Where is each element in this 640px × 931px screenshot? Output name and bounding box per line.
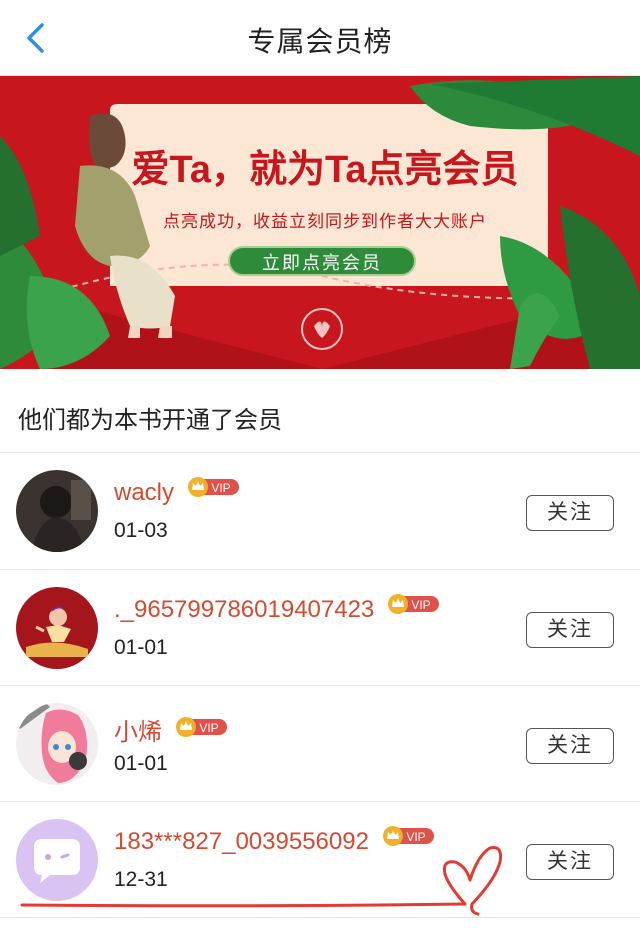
member-row[interactable]: 183***827_0039556092 VIP 12-31 关注 xyxy=(0,802,640,918)
vip-badge-text: VIP xyxy=(211,481,230,495)
page-title: 专属会员榜 xyxy=(247,26,393,57)
follow-button[interactable]: 关注 xyxy=(526,612,614,648)
vip-badge-text: VIP xyxy=(199,721,218,735)
nav-header: 专属会员榜 xyxy=(0,0,640,76)
vip-badge-text: VIP xyxy=(406,830,425,844)
vip-badge-text: VIP xyxy=(411,598,430,612)
member-name[interactable]: 183***827_0039556092 VIP xyxy=(114,825,434,857)
vip-badge: VIP xyxy=(382,825,434,854)
follow-button[interactable]: 关注 xyxy=(526,495,614,531)
follow-button[interactable]: 关注 xyxy=(526,728,614,764)
banner-subline: 点亮成功，收益立刻同步到作者大大账户 xyxy=(163,212,487,231)
section-title: 他们都为本书开通了会员 xyxy=(18,407,282,434)
member-date: 01-01 xyxy=(114,752,168,775)
member-row[interactable]: ._965799786019407423 VIP 01-01 关注 xyxy=(0,570,640,686)
follow-button[interactable]: 关注 xyxy=(526,844,614,880)
row-divider xyxy=(0,917,640,918)
vip-badge: VIP xyxy=(187,476,239,505)
banner-headline: 爱Ta，就为Ta点亮会员 xyxy=(131,149,519,191)
avatar[interactable] xyxy=(16,470,98,552)
avatar[interactable] xyxy=(16,703,98,785)
member-date: 01-03 xyxy=(114,519,168,542)
member-row[interactable]: 小烯 VIP 01-01 关注 xyxy=(0,686,640,802)
member-name[interactable]: wacly VIP xyxy=(114,476,239,508)
light-up-vip-button[interactable]: 立即点亮会员 xyxy=(228,246,416,276)
member-name[interactable]: 小烯 VIP xyxy=(114,712,227,748)
member-date: 01-01 xyxy=(114,636,168,659)
vip-badge: VIP xyxy=(175,716,227,745)
member-row[interactable]: wacly VIP 01-03 关注 xyxy=(0,453,640,569)
member-name[interactable]: ._965799786019407423 VIP xyxy=(114,593,439,625)
member-date: 12-31 xyxy=(114,868,168,891)
vip-badge: VIP xyxy=(387,593,439,622)
avatar[interactable] xyxy=(16,587,98,669)
avatar[interactable] xyxy=(16,819,98,901)
promo-banner[interactable]: 爱Ta，就为Ta点亮会员 点亮成功，收益立刻同步到作者大大账户 立即点亮会员 xyxy=(0,76,640,369)
